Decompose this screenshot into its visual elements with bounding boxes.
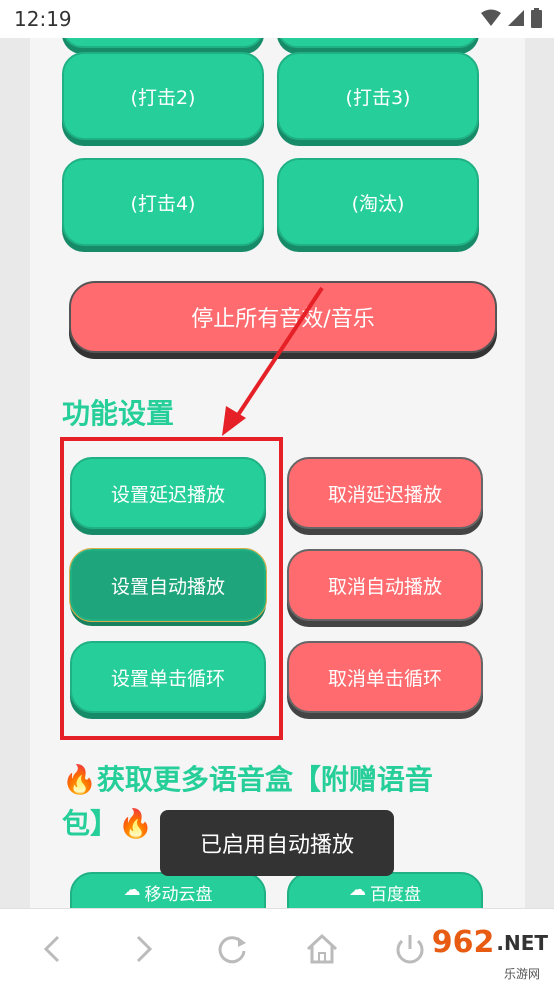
browser-nav-bar: 962 .NET 乐游网 — [0, 908, 554, 985]
status-bar: 12:19 — [0, 0, 554, 38]
hit2-button[interactable]: (打击2) — [62, 52, 264, 140]
status-time: 12:19 — [14, 7, 72, 31]
refresh-icon[interactable] — [214, 931, 250, 967]
wifi-icon — [481, 9, 501, 26]
mobile-cloud-label: 移动云盘 — [144, 885, 213, 905]
toast-message: 已启用自动播放 — [160, 810, 394, 876]
battery-icon — [531, 8, 542, 28]
more-voicebox-line1: 🔥获取更多语音盒【附赠语音 — [62, 763, 433, 796]
settings-heading: 功能设置 — [62, 397, 175, 430]
cancel-autoplay-button[interactable]: 取消自动播放 — [287, 549, 483, 621]
hit3-button[interactable]: (打击3) — [277, 52, 479, 140]
mobile-cloud-button[interactable]: ☁ 移动云盘 — [70, 872, 266, 908]
cancel-loop-button[interactable]: 取消单击循环 — [287, 641, 483, 713]
highlight-box — [60, 437, 283, 740]
eliminate-button[interactable]: (淘汰) — [277, 158, 479, 246]
power-icon[interactable] — [392, 931, 428, 967]
cancel-delay-button[interactable]: 取消延迟播放 — [287, 457, 483, 529]
back-icon[interactable] — [36, 931, 72, 967]
cloud-icon: ☁ — [349, 880, 366, 900]
baidu-pan-label: 百度盘 — [370, 885, 421, 905]
stop-all-button[interactable]: 停止所有音效/音乐 — [69, 281, 497, 353]
site-watermark: 962 .NET 乐游网 — [431, 925, 548, 981]
baidu-pan-button[interactable]: ☁ 百度盘 — [287, 872, 483, 908]
signal-icon — [508, 10, 524, 26]
partial-button-right[interactable] — [277, 38, 479, 48]
hit4-button[interactable]: (打击4) — [62, 158, 264, 246]
cloud-icon: ☁ — [123, 880, 141, 900]
watermark-sub: 乐游网 — [503, 967, 540, 981]
home-icon[interactable] — [304, 931, 340, 967]
page-content: (打击2) (打击3) (打击4) (淘汰) 停止所有音效/音乐 功能设置 设置… — [30, 38, 525, 908]
watermark-brand: 962 — [431, 925, 495, 960]
partial-button-left[interactable] — [62, 38, 264, 48]
forward-icon[interactable] — [124, 931, 160, 967]
status-icons — [481, 8, 542, 28]
watermark-suffix: .NET — [496, 930, 548, 955]
